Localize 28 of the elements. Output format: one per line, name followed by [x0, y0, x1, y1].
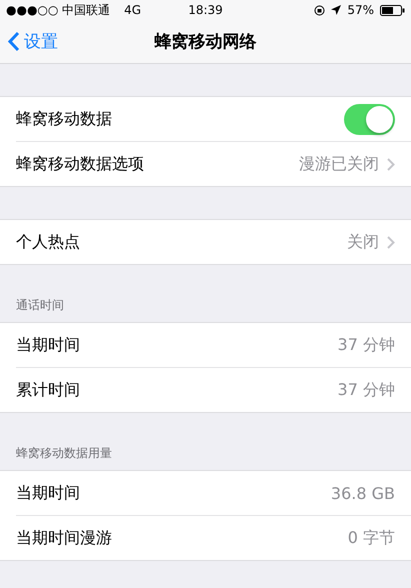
row-label: 蜂窝移动数据 — [16, 108, 113, 130]
carrier-text: ●●●○○ 中国联通 — [6, 2, 110, 18]
section-header: 通话时间 — [15, 297, 65, 314]
row-label: 当期时间 — [16, 482, 81, 504]
row-value: 0 字节 — [348, 528, 395, 548]
screen-title: 蜂窝移动网络 — [154, 31, 256, 53]
row-label: 蜂窝移动数据选项 — [16, 154, 145, 174]
row-label: 累计时间 — [16, 380, 81, 400]
network-type: 4G — [124, 3, 142, 17]
battery-percent: 57% — [347, 3, 374, 17]
row-value: 37 分钟 — [338, 380, 395, 400]
lock-rotation-icon — [314, 4, 326, 16]
row-label: 个人热点 — [16, 232, 81, 252]
row-value: 漫游已关闭 — [299, 154, 379, 174]
back-chevron-icon — [8, 31, 20, 52]
section-header: 蜂窝移动数据用量 — [15, 445, 113, 462]
toggle-switch[interactable] — [344, 104, 395, 134]
location-arrow-icon — [331, 5, 342, 15]
row-value: 37 分钟 — [338, 334, 395, 356]
row-value: 关闭 — [347, 232, 379, 252]
chevron-icon — [387, 158, 395, 170]
row-value: 36.8 GB — [330, 484, 395, 502]
back-button[interactable]: 设置 — [0, 30, 66, 53]
chevron-icon — [387, 236, 395, 248]
row-label: 当期时间漫游 — [16, 528, 113, 548]
battery-icon — [380, 4, 405, 16]
status-time: 18:39 — [188, 3, 223, 17]
row-label: 当期时间 — [16, 334, 81, 356]
